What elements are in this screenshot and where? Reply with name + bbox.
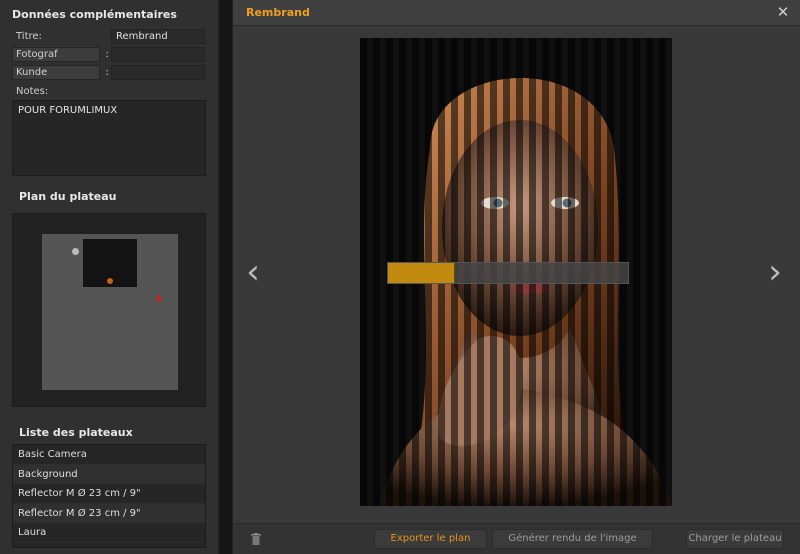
window-titlebar: Rembrand ✕ [233, 0, 800, 26]
section-title-details: Données complémentaires [12, 8, 177, 21]
chevron-right-icon[interactable]: › [764, 252, 786, 292]
fotograf-colon: : [105, 49, 109, 60]
kunde-label: Kunde [12, 65, 100, 80]
titre-label: Titre: [16, 31, 42, 42]
render-window: Rembrand ✕ ‹ › Exporter le plan Générer … [232, 0, 800, 554]
notes-textarea[interactable]: POUR FORUMLIMUX [12, 100, 206, 176]
list-title: Liste des plateaux [19, 426, 133, 439]
camera-marker-icon[interactable] [156, 294, 162, 301]
window-title: Rembrand [246, 6, 310, 19]
kunde-input[interactable] [111, 65, 205, 80]
list-item[interactable]: Reflector M Ø 23 cm / 9" [13, 484, 205, 504]
plan-floor [42, 234, 178, 390]
plan-title: Plan du plateau [19, 190, 117, 203]
light-icon[interactable] [107, 278, 113, 284]
trash-icon[interactable] [251, 533, 261, 545]
list-item[interactable]: Laura [13, 523, 205, 543]
list-item[interactable]: Reflector M Ø 23 cm / 9" [13, 503, 205, 524]
window-bottombar: Exporter le plan Générer rendu de l'imag… [233, 523, 800, 554]
fotograf-input[interactable] [111, 47, 205, 62]
background-gap [220, 0, 232, 554]
titre-input[interactable]: Rembrand [111, 29, 205, 44]
notes-label: Notes: [16, 86, 49, 97]
render-image-button[interactable]: Générer rendu de l'image [492, 529, 653, 549]
list-item[interactable]: Background [13, 464, 205, 485]
render-progress-bar [387, 262, 629, 284]
plan-backdrop[interactable] [83, 239, 162, 301]
chevron-left-icon[interactable]: ‹ [242, 252, 264, 292]
left-panel: Données complémentaires Titre: Rembrand … [0, 0, 219, 554]
reflector-icon[interactable] [72, 248, 79, 255]
set-plan-view[interactable] [12, 213, 206, 407]
export-plan-button[interactable]: Exporter le plan [374, 529, 487, 549]
fotograf-label: Fotograf [12, 47, 100, 62]
progress-fill [388, 263, 455, 283]
close-icon[interactable]: ✕ [775, 3, 791, 21]
load-set-button[interactable]: Charger le plateau [686, 529, 784, 549]
sets-list: Basic Camera Background Reflector M Ø 23… [12, 444, 206, 548]
kunde-colon: : [105, 67, 109, 78]
list-item[interactable]: Basic Camera [13, 445, 205, 465]
